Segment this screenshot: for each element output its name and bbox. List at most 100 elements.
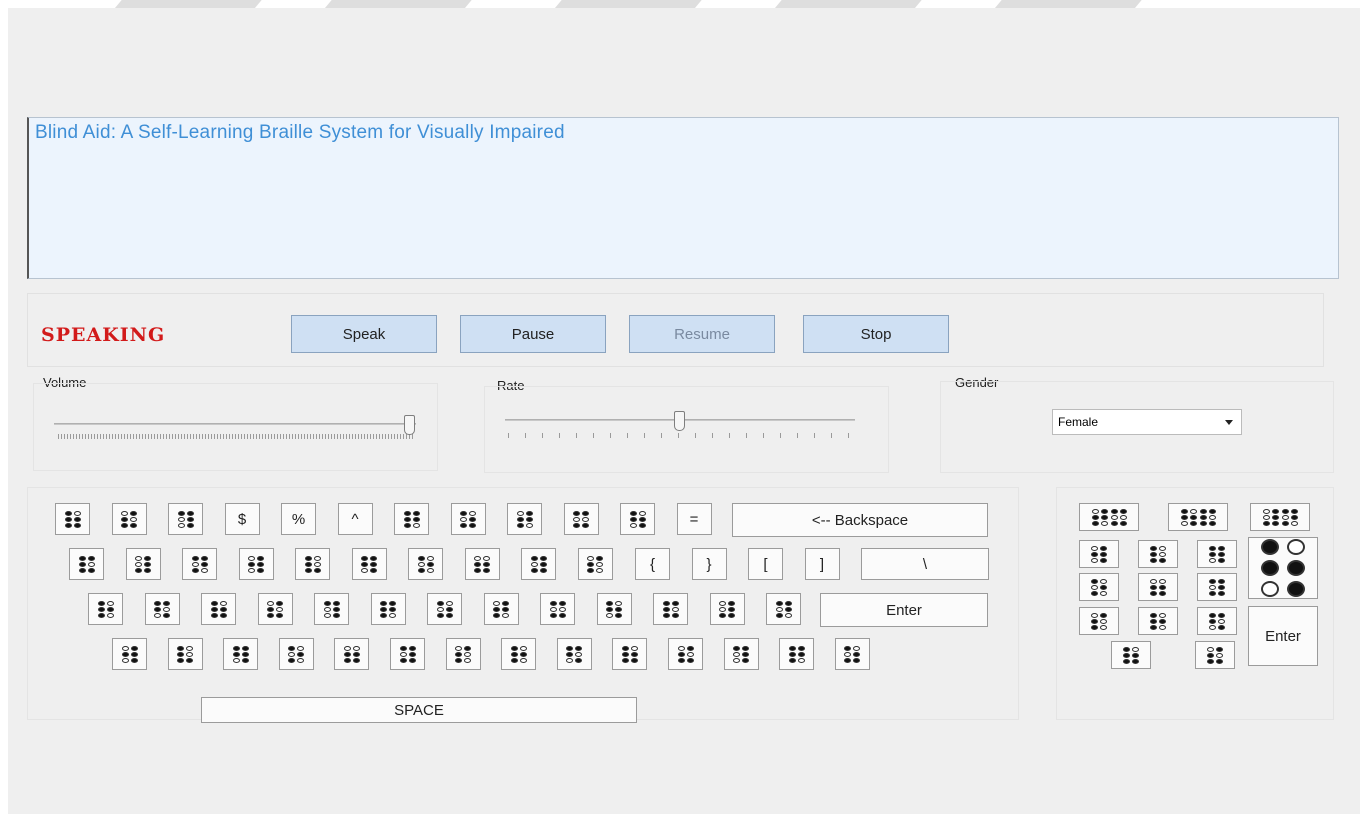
symbol-key[interactable]: } bbox=[691, 548, 727, 580]
key-label: = bbox=[689, 510, 699, 528]
braille-key[interactable] bbox=[295, 548, 330, 580]
braille-cell-icon bbox=[606, 600, 622, 618]
stop-button[interactable]: Stop bbox=[803, 315, 949, 353]
braille-key[interactable] bbox=[1138, 573, 1178, 601]
braille-key[interactable] bbox=[540, 593, 575, 625]
rate-slider-thumb[interactable] bbox=[674, 411, 685, 431]
braille-cell-icon bbox=[436, 600, 453, 618]
braille-key[interactable] bbox=[834, 638, 870, 670]
braille-key[interactable] bbox=[445, 638, 481, 670]
braille-key[interactable] bbox=[1138, 540, 1178, 568]
braille-key[interactable] bbox=[111, 503, 147, 535]
braille-cell-icon bbox=[460, 510, 476, 528]
braille-key[interactable] bbox=[390, 638, 425, 670]
braille-key[interactable] bbox=[612, 638, 648, 670]
braille-key[interactable] bbox=[55, 503, 90, 535]
braille-key[interactable] bbox=[394, 503, 429, 535]
braille-cell-icon bbox=[621, 645, 638, 663]
key-label: <-- Backspace bbox=[811, 511, 909, 529]
braille-key[interactable] bbox=[521, 548, 556, 580]
key-label: Enter bbox=[1265, 627, 1301, 645]
braille-key[interactable] bbox=[278, 638, 314, 670]
braille-key[interactable] bbox=[779, 638, 815, 670]
braille-key[interactable] bbox=[125, 548, 161, 580]
braille-key[interactable] bbox=[168, 503, 203, 535]
braille-cell-icon bbox=[191, 555, 208, 573]
braille-key[interactable] bbox=[563, 503, 599, 535]
braille-key[interactable] bbox=[668, 638, 703, 670]
braille-key[interactable] bbox=[596, 593, 632, 625]
symbol-key[interactable]: ^ bbox=[337, 503, 373, 535]
space-key[interactable]: SPACE bbox=[201, 697, 637, 723]
backspace-key[interactable]: <-- Backspace bbox=[732, 503, 988, 537]
braille-key[interactable] bbox=[88, 593, 123, 625]
braille-input-pad[interactable] bbox=[1248, 537, 1318, 599]
braille-key[interactable] bbox=[501, 638, 537, 670]
braille-key[interactable] bbox=[450, 503, 486, 535]
braille-cell-icon bbox=[1262, 508, 1279, 526]
chevron-down-icon bbox=[1225, 420, 1233, 425]
braille-key[interactable] bbox=[1111, 641, 1151, 669]
pad-enter-key[interactable]: Enter bbox=[1248, 606, 1318, 666]
braille-cell-icon bbox=[719, 600, 735, 618]
speak-button[interactable]: Speak bbox=[291, 315, 437, 353]
braille-key[interactable] bbox=[144, 593, 180, 625]
braille-key[interactable] bbox=[723, 638, 759, 670]
braille-key[interactable] bbox=[69, 548, 104, 580]
text-input-area[interactable]: Blind Aid: A Self-Learning Braille Syste… bbox=[27, 117, 1339, 279]
braille-cell-icon bbox=[403, 510, 420, 528]
braille-key[interactable] bbox=[223, 638, 259, 670]
braille-key[interactable] bbox=[577, 548, 613, 580]
braille-key[interactable] bbox=[1197, 607, 1237, 635]
braille-key[interactable] bbox=[182, 548, 217, 580]
braille-key[interactable] bbox=[351, 548, 387, 580]
braille-cell-icon bbox=[1281, 508, 1298, 526]
braille-key[interactable] bbox=[1079, 607, 1119, 635]
gender-selected: Female bbox=[1058, 415, 1099, 429]
backslash-key[interactable]: \ bbox=[861, 548, 989, 580]
symbol-key[interactable]: [ bbox=[748, 548, 783, 580]
braille-pair-key[interactable] bbox=[1168, 503, 1228, 531]
braille-key[interactable] bbox=[167, 638, 203, 670]
braille-key[interactable] bbox=[408, 548, 443, 580]
braille-pair-key[interactable] bbox=[1079, 503, 1139, 531]
braille-key[interactable] bbox=[464, 548, 500, 580]
braille-key[interactable] bbox=[201, 593, 236, 625]
braille-key[interactable] bbox=[556, 638, 592, 670]
braille-key[interactable] bbox=[1197, 573, 1237, 601]
braille-key[interactable] bbox=[257, 593, 293, 625]
key-label: { bbox=[649, 555, 655, 573]
braille-key[interactable] bbox=[427, 593, 462, 625]
braille-key[interactable] bbox=[1079, 540, 1119, 568]
braille-key[interactable] bbox=[314, 593, 349, 625]
symbol-key[interactable]: $ bbox=[224, 503, 260, 535]
braille-key[interactable] bbox=[653, 593, 688, 625]
key-label: ] bbox=[819, 555, 825, 573]
braille-key[interactable] bbox=[483, 593, 519, 625]
braille-key[interactable] bbox=[334, 638, 370, 670]
braille-key[interactable] bbox=[709, 593, 745, 625]
braille-cell-icon bbox=[1261, 539, 1305, 597]
braille-key[interactable] bbox=[1138, 607, 1178, 635]
top-banner bbox=[0, 0, 1360, 24]
braille-key[interactable] bbox=[238, 548, 274, 580]
braille-key[interactable] bbox=[1079, 573, 1119, 601]
symbol-key[interactable]: = bbox=[676, 503, 712, 535]
braille-key[interactable] bbox=[1195, 641, 1235, 669]
enter-key[interactable]: Enter bbox=[820, 593, 988, 627]
braille-key[interactable] bbox=[507, 503, 542, 535]
volume-slider-thumb[interactable] bbox=[404, 415, 415, 435]
resume-button[interactable]: Resume bbox=[629, 315, 775, 353]
braille-pair-key[interactable] bbox=[1250, 503, 1310, 531]
symbol-key[interactable]: ] bbox=[804, 548, 840, 580]
pause-button[interactable]: Pause bbox=[460, 315, 606, 353]
gender-select[interactable]: Female bbox=[1052, 409, 1242, 435]
braille-key[interactable] bbox=[766, 593, 801, 625]
symbol-key[interactable]: { bbox=[635, 548, 670, 580]
braille-key[interactable] bbox=[620, 503, 655, 535]
braille-key[interactable] bbox=[1197, 540, 1237, 568]
braille-key[interactable] bbox=[112, 638, 147, 670]
braille-key[interactable] bbox=[370, 593, 406, 625]
text-content: Blind Aid: A Self-Learning Braille Syste… bbox=[35, 122, 565, 143]
symbol-key[interactable]: % bbox=[281, 503, 316, 535]
